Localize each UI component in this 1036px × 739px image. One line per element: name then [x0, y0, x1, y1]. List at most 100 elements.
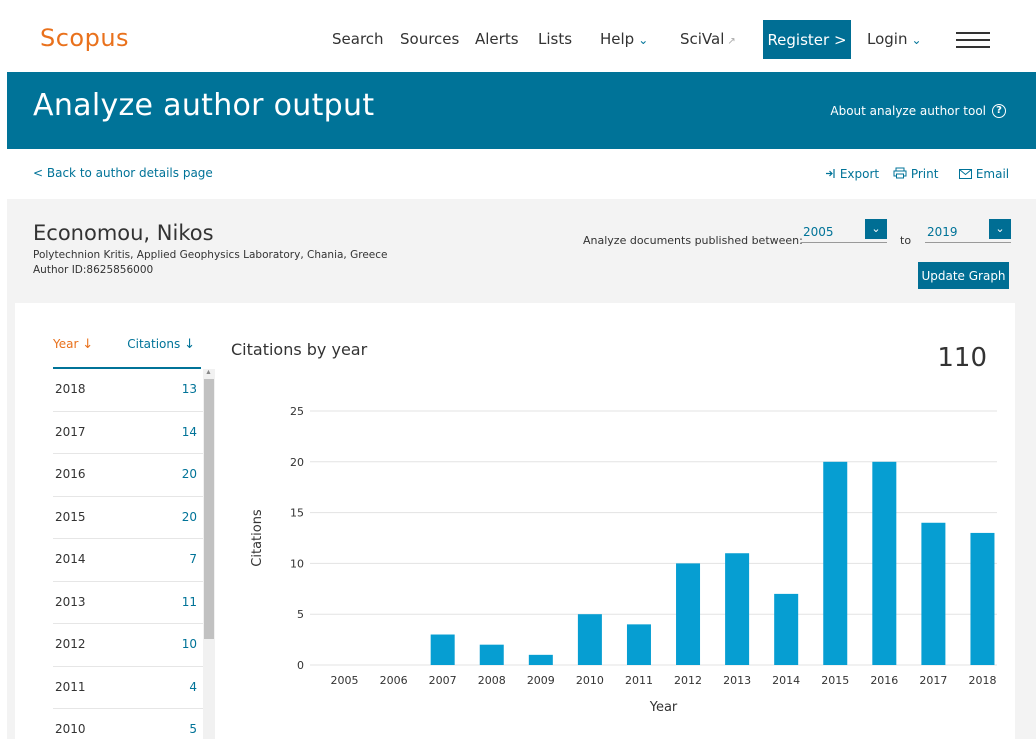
bar-2015	[823, 461, 848, 665]
scopus-logo[interactable]: Scopus	[40, 24, 129, 52]
register-button[interactable]: Register >	[763, 20, 851, 59]
x-tick-label: 2007	[429, 674, 457, 687]
x-tick-label: 2017	[919, 674, 947, 687]
nav-sources-link[interactable]: Sources	[400, 30, 459, 48]
nav-help-menu[interactable]: Help ⌄	[600, 30, 648, 48]
hamburger-line	[956, 39, 990, 41]
nav-login-menu[interactable]: Login ⌄	[867, 30, 922, 48]
bar-2011	[626, 624, 651, 665]
table-row: 2017 14	[53, 412, 203, 454]
x-tick-label: 2011	[625, 674, 653, 687]
row-citations[interactable]: 13	[182, 382, 197, 396]
y-tick-label: 15	[290, 507, 304, 520]
citations-table-body: 2018 13 2017 14 2016 20 2015 20 2014 7 2013 11 2012 1…	[53, 369, 203, 739]
row-citations[interactable]: 10	[182, 637, 197, 651]
x-tick-label: 2010	[576, 674, 604, 687]
x-tick-label: 2012	[674, 674, 702, 687]
update-graph-button[interactable]: Update Graph	[918, 262, 1009, 289]
row-year: 2014	[55, 552, 86, 566]
envelope-icon	[959, 169, 972, 179]
row-citations[interactable]: 7	[189, 552, 197, 566]
row-citations[interactable]: 5	[189, 722, 197, 736]
row-year: 2016	[55, 467, 86, 481]
export-icon	[826, 169, 835, 178]
chevron-down-icon: ⌄	[638, 33, 649, 47]
bar-2013	[725, 553, 750, 665]
hamburger-menu-icon[interactable]	[956, 32, 990, 48]
nav-alerts-link[interactable]: Alerts	[475, 30, 519, 48]
y-tick-label: 10	[290, 557, 304, 570]
about-tool-link[interactable]: About analyze author tool ?	[830, 104, 1006, 118]
row-year: 2018	[55, 382, 86, 396]
x-tick-label: 2008	[478, 674, 506, 687]
x-tick-label: 2014	[772, 674, 800, 687]
row-citations[interactable]: 4	[189, 680, 197, 694]
email-button[interactable]: Email	[959, 167, 1009, 181]
nav-search-link[interactable]: Search	[332, 30, 384, 48]
row-citations[interactable]: 20	[182, 510, 197, 524]
row-year: 2013	[55, 594, 86, 609]
citations-header-label: Citations	[127, 337, 181, 351]
nav-lists-link[interactable]: Lists	[538, 30, 572, 48]
page-title: Analyze author output	[33, 88, 375, 123]
end-year-value: 2019	[927, 225, 958, 239]
date-range-label: Analyze documents published between:	[583, 234, 803, 247]
export-label: Export	[839, 167, 880, 181]
year-header-label: Year	[53, 337, 79, 351]
email-label: Email	[975, 167, 1010, 181]
citations-panel: Year ↓ Citations ↓ 2018 13 2017 14 2016 20 201…	[15, 303, 1015, 739]
citations-table-header: Year ↓ Citations ↓	[53, 333, 201, 369]
y-tick-label: 25	[290, 405, 304, 418]
author-analysis-area: Economou, Nikos Polytechnion Kritis, App…	[7, 199, 1036, 739]
row-year: 2012	[55, 637, 86, 651]
export-button[interactable]: Export	[825, 167, 879, 181]
back-to-author-link[interactable]: < Back to author details page	[33, 166, 213, 180]
table-row: 2014 7	[53, 539, 203, 582]
x-tick-label: 2016	[870, 674, 898, 687]
y-tick-label: 20	[290, 456, 304, 469]
bar-2010	[577, 614, 602, 665]
scrollbar-thumb[interactable]	[204, 379, 214, 639]
top-navigation: Scopus Search Sources Alerts Lists Help ⌄…	[0, 0, 1036, 72]
chevron-down-icon: ⌄	[911, 33, 922, 47]
external-link-icon: ↗	[727, 36, 736, 47]
bar-2017	[921, 522, 946, 665]
x-tick-label: 2015	[821, 674, 849, 687]
table-row: 2018 13	[53, 369, 203, 412]
x-tick-label: 2009	[527, 674, 555, 687]
row-citations[interactable]: 11	[182, 595, 197, 609]
bar-2016	[872, 461, 897, 665]
row-year: 2011	[55, 679, 86, 694]
row-citations[interactable]: 20	[182, 467, 197, 481]
chart-title: Citations by year	[231, 340, 368, 359]
nav-scival-link[interactable]: SciVal ↗	[680, 30, 736, 48]
table-row: 2016 20	[53, 454, 203, 497]
sort-by-citations-button[interactable]: Citations ↓	[127, 337, 195, 352]
nav-scival-label: SciVal	[680, 30, 725, 48]
author-name: Economou, Nikos	[33, 221, 214, 245]
scroll-up-icon[interactable]: ▲	[205, 369, 212, 376]
nav-login-label: Login	[867, 30, 908, 48]
printer-icon	[893, 167, 907, 179]
page-banner: Analyze author output About analyze auth…	[7, 72, 1036, 149]
y-axis-label: Citations	[250, 509, 265, 567]
row-year: 2010	[55, 722, 86, 736]
bar-2007	[430, 634, 455, 665]
end-year-select[interactable]: 2019 ⌄	[925, 219, 1011, 243]
sort-by-year-button[interactable]: Year ↓	[53, 337, 93, 352]
start-year-select[interactable]: 2005 ⌄	[801, 219, 887, 243]
row-year: 2017	[55, 424, 86, 439]
hamburger-line	[956, 32, 990, 34]
print-button[interactable]: Print	[893, 167, 938, 181]
bar-2018	[970, 532, 995, 665]
row-citations[interactable]: 14	[182, 425, 197, 439]
author-id: Author ID:8625856000	[33, 264, 154, 276]
bar-2009	[528, 654, 553, 665]
nav-help-label: Help	[600, 30, 635, 48]
table-row: 2013 11	[53, 582, 203, 624]
bar-2014	[774, 593, 799, 665]
total-citations: 110	[937, 343, 987, 373]
table-scrollbar[interactable]: ▲	[203, 369, 215, 739]
start-year-value: 2005	[803, 225, 834, 239]
arrow-down-icon: ↓	[82, 337, 94, 352]
